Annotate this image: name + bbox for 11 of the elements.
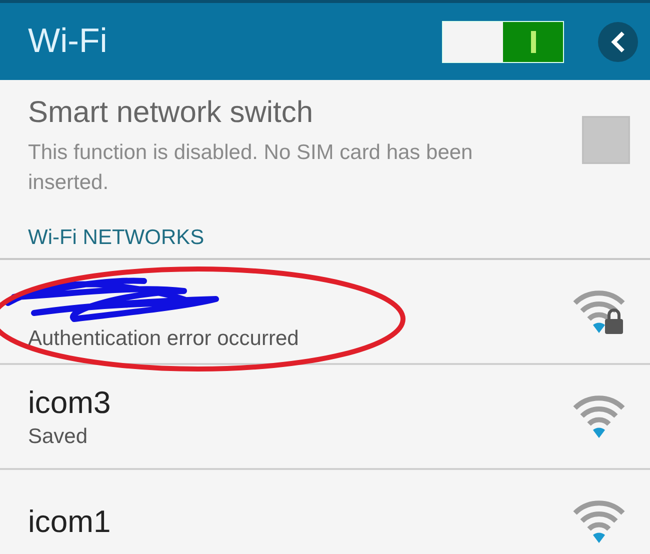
- network-status: Authentication error occurred: [28, 326, 300, 350]
- setting-description: This function is disabled. No SIM card has been inserted.: [28, 140, 474, 196]
- section-header: Wi-Fi NETWORKS: [0, 226, 650, 260]
- back-button[interactable]: [598, 22, 638, 62]
- setting-title: Smart network switch: [28, 96, 314, 130]
- back-icon: [609, 30, 627, 54]
- network-name[interactable]: icom3: [28, 384, 572, 420]
- network-name[interactable]: icom1: [28, 504, 572, 540]
- screen-title: Wi-Fi: [28, 22, 108, 61]
- network-status: Saved: [28, 424, 89, 448]
- wifi-toggle[interactable]: [442, 20, 564, 62]
